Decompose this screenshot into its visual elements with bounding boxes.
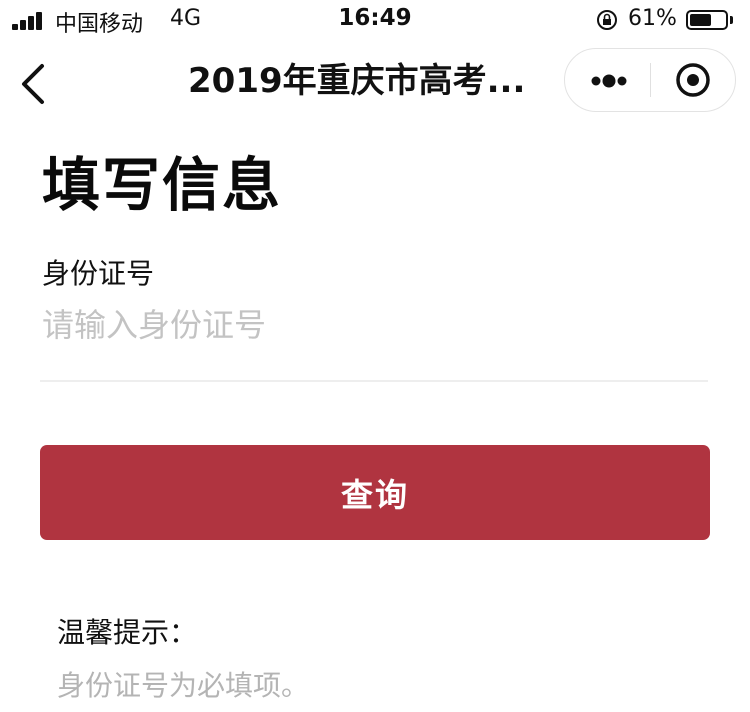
close-mini-program-button[interactable] xyxy=(651,49,735,111)
more-button[interactable] xyxy=(565,49,650,111)
target-close-icon xyxy=(676,63,710,97)
tips-title: 温馨提示： xyxy=(57,616,198,649)
more-dots-icon xyxy=(591,74,627,88)
id-number-input[interactable] xyxy=(40,298,712,352)
battery-icon xyxy=(686,10,728,30)
mini-program-capsule xyxy=(564,48,736,112)
tips-body: 身份证号为必填项。 xyxy=(57,669,310,702)
status-bar: 中国移动 4G 16:49 61% xyxy=(0,0,750,40)
input-underline xyxy=(40,380,708,382)
battery-percent: 61% xyxy=(628,6,677,31)
battery-level-fill xyxy=(690,14,711,26)
id-number-label: 身份证号 xyxy=(42,257,155,290)
battery-tip xyxy=(730,16,733,24)
rotation-lock-icon xyxy=(597,10,617,30)
back-button[interactable] xyxy=(14,58,58,110)
nav-title: 2019年重庆市高考... xyxy=(188,61,526,101)
query-button[interactable]: 查询 xyxy=(40,445,710,540)
page-title: 填写信息 xyxy=(42,151,283,219)
chevron-left-icon xyxy=(22,64,44,104)
